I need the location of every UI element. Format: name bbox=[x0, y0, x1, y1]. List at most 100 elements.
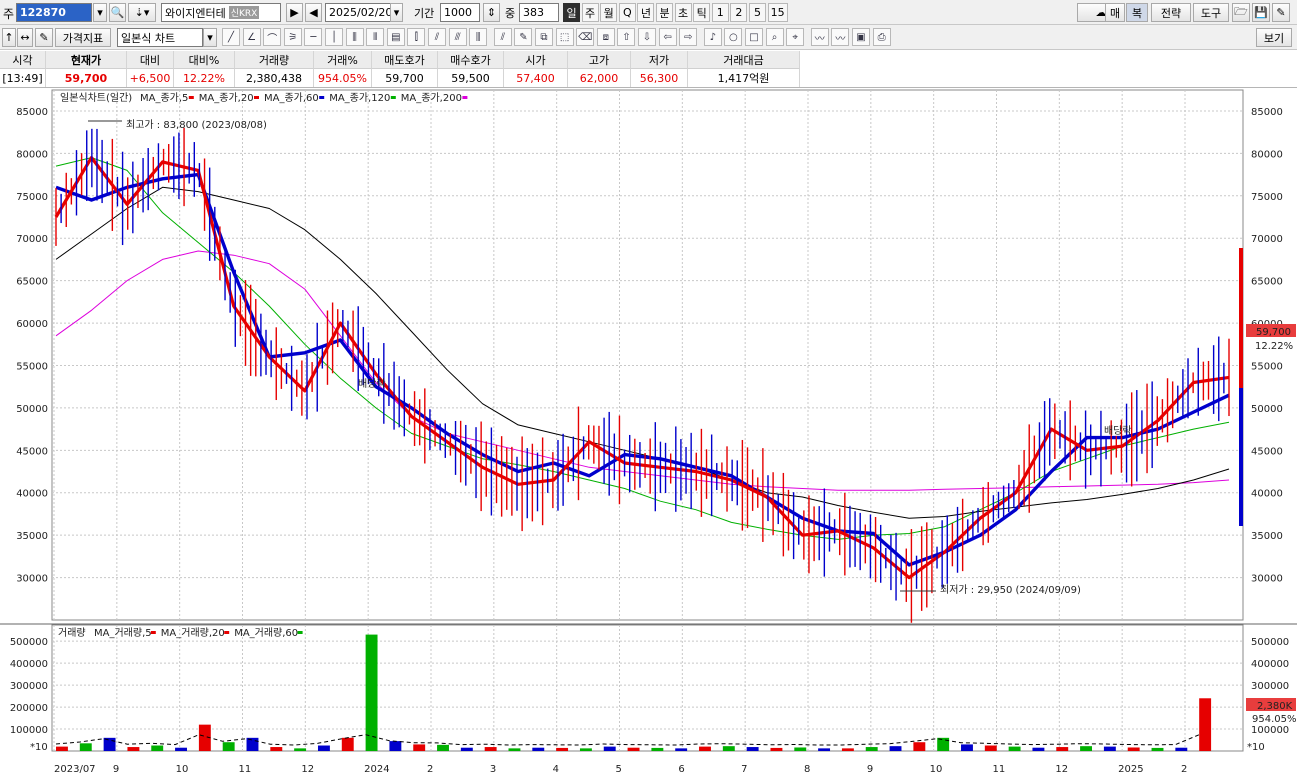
search-icon[interactable]: 🔍 bbox=[109, 3, 126, 22]
volume-bar bbox=[341, 737, 354, 751]
chart-area[interactable]: 30000 3000035000 3500040000 4000045000 45000… bbox=[0, 88, 1297, 777]
stock-name-field[interactable]: 와이지엔터테 신KRX bbox=[161, 3, 281, 22]
note-tool-icon[interactable]: ♪ bbox=[703, 28, 722, 46]
copy-tool-icon[interactable]: ⧉ bbox=[535, 28, 553, 46]
right-button-0[interactable]: 매 bbox=[1105, 3, 1125, 22]
horizontal-tool-icon[interactable]: ─ bbox=[304, 28, 323, 46]
fan-e-tool-icon[interactable]: ⫽ bbox=[493, 28, 512, 46]
x-tick-label: 8 bbox=[804, 764, 810, 775]
arrow-up-tool-icon[interactable]: ⇧ bbox=[617, 28, 636, 46]
date-input[interactable]: 2025/02/20 bbox=[325, 3, 391, 22]
period-1[interactable]: 주 bbox=[581, 3, 599, 22]
period-input[interactable]: 1000 bbox=[440, 3, 480, 22]
grid-b-tool-icon[interactable]: ⦀ bbox=[366, 28, 385, 46]
chart-type-dropdown-icon[interactable]: ▾ bbox=[203, 28, 217, 47]
period-5[interactable]: 분 bbox=[656, 3, 673, 22]
expand-icon[interactable]: ↔ bbox=[17, 28, 33, 47]
volume-bar bbox=[365, 634, 378, 751]
up-arrow-icon[interactable]: ↑ bbox=[2, 28, 16, 47]
period-8[interactable]: 1 bbox=[711, 3, 729, 22]
price-legend-swatch-2 bbox=[319, 96, 325, 99]
line-tool-icon[interactable]: ╱ bbox=[222, 28, 240, 46]
indicator-button[interactable]: 가격지표 bbox=[55, 28, 111, 47]
period-3[interactable]: Q bbox=[618, 3, 636, 22]
period-2[interactable]: 월 bbox=[600, 3, 618, 22]
price-tick-label-right: 85000 bbox=[1251, 107, 1283, 118]
code-dropdown-icon[interactable]: ▾ bbox=[93, 3, 107, 22]
x-tick-label: 4 bbox=[553, 764, 559, 775]
fan-d-tool-icon[interactable]: ⫼ bbox=[469, 28, 488, 46]
view-button[interactable]: 보기 bbox=[1256, 28, 1292, 47]
prev-icon[interactable]: ◀ bbox=[305, 3, 322, 22]
frame-tool-icon[interactable]: ⧈ bbox=[596, 28, 615, 46]
zoom-tool-icon[interactable]: ⌕ bbox=[765, 28, 784, 46]
strategy-button[interactable]: 전략 bbox=[1151, 3, 1191, 22]
volume-bar bbox=[1056, 747, 1069, 751]
vertical-tool-icon[interactable]: │ bbox=[325, 28, 343, 46]
stock-code-input[interactable]: 122870 bbox=[16, 3, 92, 22]
period-7[interactable]: 틱 bbox=[693, 3, 711, 22]
period-4[interactable]: 년 bbox=[637, 3, 655, 22]
rect-select-tool-icon[interactable]: ⬚ bbox=[555, 28, 574, 46]
period-11[interactable]: 15 bbox=[767, 3, 788, 22]
period-0[interactable]: 일 bbox=[563, 3, 580, 22]
arrow-right-tool-icon[interactable]: ⇨ bbox=[679, 28, 698, 46]
target-tool-icon[interactable]: ⌖ bbox=[786, 28, 805, 46]
volume-tick-label-right: 100000 bbox=[1251, 725, 1289, 736]
pen-tool-icon[interactable]: ✎ bbox=[514, 28, 533, 46]
quote-header-8: 시가 bbox=[504, 51, 568, 69]
spin-icon[interactable]: ⇕ bbox=[483, 3, 500, 22]
fork-tool-icon[interactable]: ⚞ bbox=[283, 28, 302, 46]
volume-bar bbox=[770, 747, 783, 751]
date-dropdown-icon[interactable]: ▾ bbox=[390, 3, 403, 22]
arrow-down-tool-icon[interactable]: ⇩ bbox=[638, 28, 656, 46]
x-tick-label: 7 bbox=[741, 764, 747, 775]
table-tool-icon[interactable]: ▤ bbox=[386, 28, 405, 46]
volume-bar bbox=[222, 742, 235, 751]
wave-a-tool-icon[interactable]: 〰 bbox=[810, 28, 829, 46]
mid-input[interactable]: 383 bbox=[519, 3, 559, 22]
mid-label: 중 bbox=[505, 7, 516, 20]
save-icon[interactable]: 💾 bbox=[1252, 3, 1270, 22]
price-tick-label-left: 60000 bbox=[16, 319, 48, 330]
period-10[interactable]: 5 bbox=[749, 3, 766, 22]
chart-type-select[interactable]: 일본식 차트 bbox=[117, 28, 203, 47]
sort-icon[interactable]: ⇣▾ bbox=[128, 3, 156, 22]
volume-bar bbox=[1127, 747, 1140, 751]
erase-tool-icon[interactable]: ⌫ bbox=[576, 28, 595, 46]
print-tool-icon[interactable]: ⎙ bbox=[872, 28, 891, 46]
period-6[interactable]: 초 bbox=[674, 3, 692, 22]
chart-toolbar: ↑ ↔ ✎ 가격지표 일본식 차트 ▾ ╱ ∠ ⌒ ⚞ ─ │ ⫼ ⦀ ▤ ⫿ ⫽ ⫻ ⫼ ⫽ ✎ ⧉ ⬚ ⌫ ⧈ ⇧… bbox=[0, 25, 1297, 50]
price-tick-label-left: 30000 bbox=[16, 574, 48, 585]
dividend-annotation-2: 배당락 bbox=[1104, 425, 1132, 437]
price-tick-label-right: 70000 bbox=[1251, 234, 1283, 245]
fan-b-tool-icon[interactable]: ⫽ bbox=[428, 28, 446, 46]
arc-tool-icon[interactable]: ⌒ bbox=[263, 28, 282, 46]
period-9[interactable]: 2 bbox=[730, 3, 748, 22]
volume-bar bbox=[603, 746, 616, 751]
price-legend-item-0: MA_종가,5 bbox=[140, 92, 188, 104]
volume-bar bbox=[56, 746, 68, 751]
next-icon[interactable]: ▶ bbox=[286, 3, 303, 22]
edit-icon[interactable]: ✎ bbox=[35, 28, 53, 47]
price-legend-swatch-4 bbox=[462, 96, 468, 99]
square-tool-icon[interactable]: □ bbox=[745, 28, 763, 46]
volume-bar bbox=[484, 747, 497, 751]
right-button-1[interactable]: 복 bbox=[1126, 3, 1148, 22]
grid-a-tool-icon[interactable]: ⫼ bbox=[345, 28, 364, 46]
tools-button[interactable]: 도구 bbox=[1193, 3, 1229, 22]
volume-bar bbox=[675, 748, 688, 751]
panel-tool-icon[interactable]: ▣ bbox=[852, 28, 870, 46]
wave-b-tool-icon[interactable]: 〰 bbox=[831, 28, 850, 46]
volume-bar bbox=[294, 748, 307, 751]
arrow-left-tool-icon[interactable]: ⇦ bbox=[658, 28, 677, 46]
fan-c-tool-icon[interactable]: ⫻ bbox=[448, 28, 467, 46]
settings-icon[interactable]: ✎ bbox=[1272, 3, 1290, 22]
circle-tool-icon[interactable]: ○ bbox=[724, 28, 743, 46]
folder-icon[interactable]: 🗁 bbox=[1232, 3, 1250, 22]
price-legend-swatch-0 bbox=[188, 96, 194, 99]
price-legend-item-3: MA_종가,120 bbox=[329, 92, 390, 104]
fan-a-tool-icon[interactable]: ⫿ bbox=[407, 28, 426, 46]
price-tick-label-right: 30000 bbox=[1251, 574, 1283, 585]
angle-tool-icon[interactable]: ∠ bbox=[242, 28, 261, 46]
